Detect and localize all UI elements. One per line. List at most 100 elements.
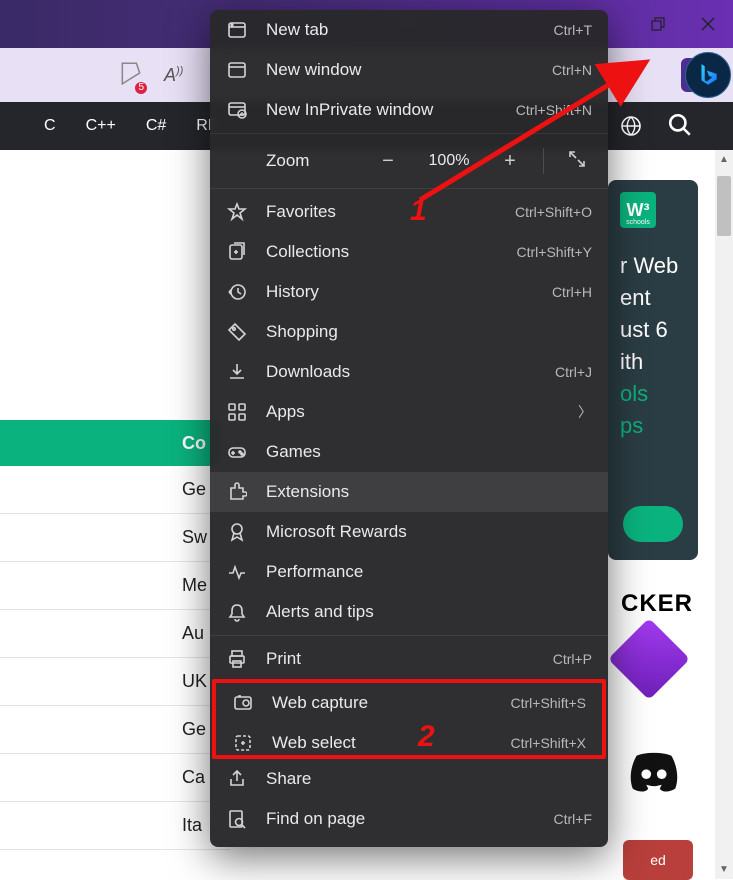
menu-web-select[interactable]: Web select Ctrl+Shift+X xyxy=(216,723,602,763)
menu-find[interactable]: Find on page Ctrl+F xyxy=(210,799,608,839)
menu-shortcut: Ctrl+H xyxy=(552,284,592,300)
badge-count: 5 xyxy=(135,82,147,94)
menu-rewards[interactable]: Microsoft Rewards xyxy=(210,512,608,552)
menu-apps[interactable]: Apps 〉 xyxy=(210,392,608,432)
menu-downloads[interactable]: Downloads Ctrl+J xyxy=(210,352,608,392)
menu-shortcut: Ctrl+J xyxy=(555,364,592,380)
vertical-scrollbar[interactable]: ▲ ▼ xyxy=(715,150,733,879)
menu-new-tab[interactable]: New tab Ctrl+T xyxy=(210,10,608,50)
scroll-up-arrow[interactable]: ▲ xyxy=(718,154,730,165)
menu-extensions[interactable]: Extensions xyxy=(210,472,608,512)
menu-label: New InPrivate window xyxy=(266,100,498,120)
diamond-graphic xyxy=(608,618,690,700)
chevron-right-icon: 〉 xyxy=(578,402,592,422)
close-button[interactable] xyxy=(683,0,733,48)
downloads-icon xyxy=(226,361,248,383)
zoom-value: 100% xyxy=(421,152,477,170)
menu-favorites[interactable]: Favorites Ctrl+Shift+O xyxy=(210,192,608,232)
zoom-out-button[interactable]: − xyxy=(373,150,403,173)
menu-label: Find on page xyxy=(266,809,536,829)
menu-shortcut: Ctrl+F xyxy=(554,811,593,827)
menu-label: Shopping xyxy=(266,322,592,342)
web-select-icon xyxy=(232,732,254,754)
menu-label: Share xyxy=(266,769,592,789)
red-button-fragment[interactable]: ed xyxy=(623,840,693,880)
menu-new-inprivate[interactable]: New InPrivate window Ctrl+Shift+N xyxy=(210,90,608,130)
nav-item[interactable]: C++ xyxy=(86,117,116,135)
table-row[interactable]: Sw xyxy=(0,514,230,562)
web-capture-icon xyxy=(232,692,254,714)
menu-performance[interactable]: Performance xyxy=(210,552,608,592)
menu-label: Favorites xyxy=(266,202,497,222)
menu-shortcut: Ctrl+Shift+X xyxy=(511,735,586,751)
menu-print[interactable]: Print Ctrl+P xyxy=(210,639,608,679)
find-icon xyxy=(226,808,248,830)
inprivate-icon xyxy=(226,99,248,121)
globe-icon[interactable] xyxy=(619,114,643,143)
menu-label: Microsoft Rewards xyxy=(266,522,592,542)
table-row[interactable]: UK xyxy=(0,658,230,706)
collections-shortcut-icon[interactable]: 5 xyxy=(118,60,144,91)
menu-label: Extensions xyxy=(266,482,592,502)
table-header: Co xyxy=(0,420,220,466)
menu-web-capture[interactable]: Web capture Ctrl+Shift+S xyxy=(216,683,602,723)
fullscreen-button[interactable] xyxy=(562,150,592,173)
menu-label: New tab xyxy=(266,20,536,40)
table-row[interactable]: Ge xyxy=(0,466,230,514)
menu-label: Print xyxy=(266,649,535,669)
menu-separator xyxy=(210,133,608,134)
history-icon xyxy=(226,281,248,303)
discord-icon[interactable] xyxy=(625,750,683,794)
maximize-button[interactable] xyxy=(633,0,683,48)
menu-label: Web capture xyxy=(272,693,493,713)
bing-chat-button[interactable] xyxy=(685,52,731,98)
print-icon xyxy=(226,648,248,670)
settings-and-more-menu: New tab Ctrl+T New window Ctrl+N New InP… xyxy=(210,10,608,847)
ad-cta-button[interactable] xyxy=(623,506,683,542)
menu-label: Apps xyxy=(266,402,560,422)
rewards-icon xyxy=(226,521,248,543)
menu-shortcut: Ctrl+P xyxy=(553,651,592,667)
ad-text: r Webentust 6 itholsps xyxy=(620,250,686,442)
menu-label: Alerts and tips xyxy=(266,602,592,622)
menu-label: Performance xyxy=(266,562,592,582)
menu-share[interactable]: Share xyxy=(210,759,608,799)
menu-shopping[interactable]: Shopping xyxy=(210,312,608,352)
menu-label: Collections xyxy=(266,242,499,262)
collections-icon xyxy=(226,241,248,263)
menu-label: Web select xyxy=(272,733,493,753)
favorites-icon xyxy=(226,201,248,223)
nav-item[interactable]: C xyxy=(44,117,56,135)
read-aloud-icon[interactable]: A)) xyxy=(164,65,183,86)
menu-label: Downloads xyxy=(266,362,537,382)
menu-shortcut: Ctrl+Shift+S xyxy=(511,695,586,711)
search-icon[interactable] xyxy=(667,112,693,143)
menu-new-window[interactable]: New window Ctrl+N xyxy=(210,50,608,90)
spacer-icon xyxy=(226,150,248,172)
menu-collections[interactable]: Collections Ctrl+Shift+Y xyxy=(210,232,608,272)
menu-shortcut: Ctrl+N xyxy=(552,62,592,78)
menu-history[interactable]: History Ctrl+H xyxy=(210,272,608,312)
divider xyxy=(543,148,544,174)
shopping-icon xyxy=(226,321,248,343)
table-row[interactable]: Me xyxy=(0,562,230,610)
new-window-icon xyxy=(226,59,248,81)
sidebar-ad[interactable]: W³schools r Webentust 6 itholsps xyxy=(608,180,698,560)
scroll-down-arrow[interactable]: ▼ xyxy=(718,864,730,875)
apps-icon xyxy=(226,401,248,423)
table-row[interactable]: Au xyxy=(0,610,230,658)
table-row[interactable]: Ita xyxy=(0,802,230,850)
menu-alerts[interactable]: Alerts and tips xyxy=(210,592,608,632)
menu-games[interactable]: Games xyxy=(210,432,608,472)
annotation-highlight-box: Web capture Ctrl+Shift+S Web select Ctrl… xyxy=(212,679,606,759)
zoom-in-button[interactable]: + xyxy=(495,150,525,173)
menu-shortcut: Ctrl+T xyxy=(554,22,593,38)
menu-label: History xyxy=(266,282,534,302)
zoom-label: Zoom xyxy=(266,151,326,171)
scrollbar-thumb[interactable] xyxy=(717,176,731,236)
menu-zoom-row: Zoom − 100% + xyxy=(210,137,608,185)
games-icon xyxy=(226,441,248,463)
nav-item[interactable]: C# xyxy=(146,117,166,135)
table-row[interactable]: Ca xyxy=(0,754,230,802)
table-row[interactable]: Ge xyxy=(0,706,230,754)
